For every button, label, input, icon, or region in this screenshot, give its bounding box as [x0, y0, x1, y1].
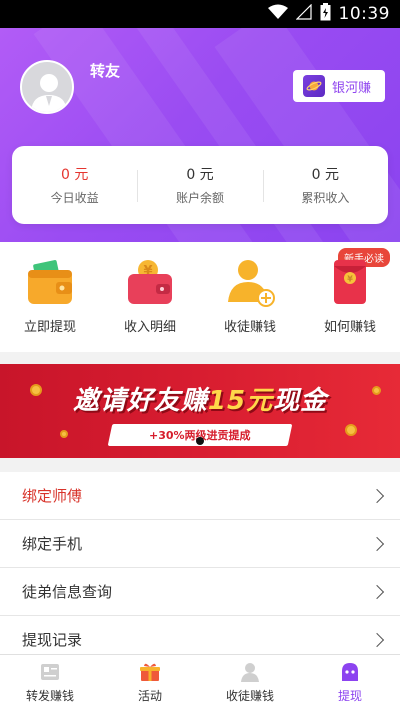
- chevron-right-icon: [369, 584, 385, 599]
- chevron-right-icon: [369, 632, 385, 647]
- action-label: 收徒赚钱: [223, 320, 276, 335]
- tab-withdraw[interactable]: 提现: [300, 655, 400, 710]
- banner-title: 邀请好友赚15元现金: [0, 380, 400, 417]
- action-withdraw-now[interactable]: 立即提现: [0, 242, 100, 352]
- battery-charging-icon: [320, 3, 331, 25]
- wallet-icon: [24, 256, 76, 308]
- tab-label: 提现: [337, 689, 362, 703]
- stat-today-earnings[interactable]: 0 元 今日收益: [12, 164, 137, 206]
- invite-friends-banner[interactable]: 邀请好友赚15元现金 +30%两级进贡提成: [0, 364, 400, 458]
- banner-title-suffix: 现金: [273, 386, 328, 416]
- tab-label: 转发赚钱: [25, 689, 74, 703]
- action-label: 立即提现: [23, 320, 76, 335]
- tab-label: 活动: [137, 689, 162, 703]
- profile-header: 转友 银河赚 0 元 今日收益 0 元 账户余额 0 元 累积收入: [0, 28, 400, 242]
- chevron-right-icon: [369, 488, 385, 503]
- coin-decoration: [60, 430, 68, 438]
- carousel-indicator-dot[interactable]: [196, 437, 204, 445]
- clock: 10:39: [338, 4, 390, 24]
- add-user-icon: [224, 256, 276, 308]
- galaxy-earn-button[interactable]: 银河赚: [293, 70, 385, 102]
- action-how-to-earn[interactable]: 新手必读 ¥ 如何赚钱: [300, 242, 400, 352]
- stat-value: 0 元: [311, 167, 339, 183]
- tab-label: 收徒赚钱: [225, 689, 274, 703]
- chevron-right-icon: [369, 536, 385, 551]
- coin-decoration: [345, 424, 357, 436]
- tab-recruit-earn[interactable]: 收徒赚钱: [200, 655, 300, 710]
- menu-item-label: 徒弟信息查询: [22, 583, 113, 601]
- wifi-icon: [267, 4, 288, 24]
- menu-item-label: 绑定师傅: [22, 487, 83, 505]
- stat-label: 累积收入: [301, 191, 350, 205]
- menu-item-label: 提现记录: [22, 631, 83, 649]
- stat-value: 0 元: [60, 167, 89, 183]
- menu-item-apprentice-info[interactable]: 徒弟信息查询: [0, 568, 400, 616]
- coin-purse-icon: ¥: [124, 256, 176, 308]
- banner-title-prefix: 邀请好友赚: [72, 386, 208, 416]
- stat-label: 账户余额: [175, 191, 224, 205]
- menu-item-bind-master[interactable]: 绑定师傅: [0, 472, 400, 520]
- action-income-details[interactable]: ¥ 收入明细: [100, 242, 200, 352]
- earnings-summary-card: 0 元 今日收益 0 元 账户余额 0 元 累积收入: [12, 146, 388, 224]
- tab-activities[interactable]: 活动: [100, 655, 200, 710]
- galaxy-earn-label: 银河赚: [332, 80, 372, 96]
- signal-icon: [295, 3, 312, 24]
- stat-total-income[interactable]: 0 元 累积收入: [262, 164, 388, 206]
- action-recruit-earn[interactable]: 收徒赚钱: [200, 242, 300, 352]
- user-icon: [241, 663, 259, 682]
- banner-title-amount: 15元: [207, 386, 274, 416]
- svg-text:¥: ¥: [347, 275, 353, 284]
- stat-label: 今日收益: [50, 191, 99, 205]
- avatar[interactable]: [20, 60, 74, 114]
- menu-item-bind-phone[interactable]: 绑定手机: [0, 520, 400, 568]
- status-bar: 10:39: [0, 0, 400, 28]
- settings-menu: 绑定师傅 绑定手机 徒弟信息查询 提现记录: [0, 472, 400, 664]
- action-label: 收入明细: [123, 320, 176, 335]
- quick-actions: 立即提现 ¥ 收入明细 收徒赚钱 新手必读 ¥ 如何赚钱: [0, 242, 400, 352]
- action-label: 如何赚钱: [323, 320, 376, 335]
- username: 转友: [90, 62, 121, 80]
- share-card-icon: [41, 664, 59, 680]
- stat-value: 0 元: [186, 167, 214, 183]
- default-avatar-icon: [31, 74, 67, 112]
- menu-item-label: 绑定手机: [22, 535, 83, 553]
- red-envelope-icon: ¥: [324, 256, 376, 308]
- bottom-tab-bar: 转发赚钱 活动 收徒赚钱 提现: [0, 654, 400, 710]
- stat-account-balance[interactable]: 0 元 账户余额: [137, 164, 262, 206]
- planet-icon: [303, 75, 325, 97]
- tab-share-earn[interactable]: 转发赚钱: [0, 655, 100, 710]
- gift-icon: [140, 663, 160, 681]
- ghost-face-icon: [342, 663, 358, 681]
